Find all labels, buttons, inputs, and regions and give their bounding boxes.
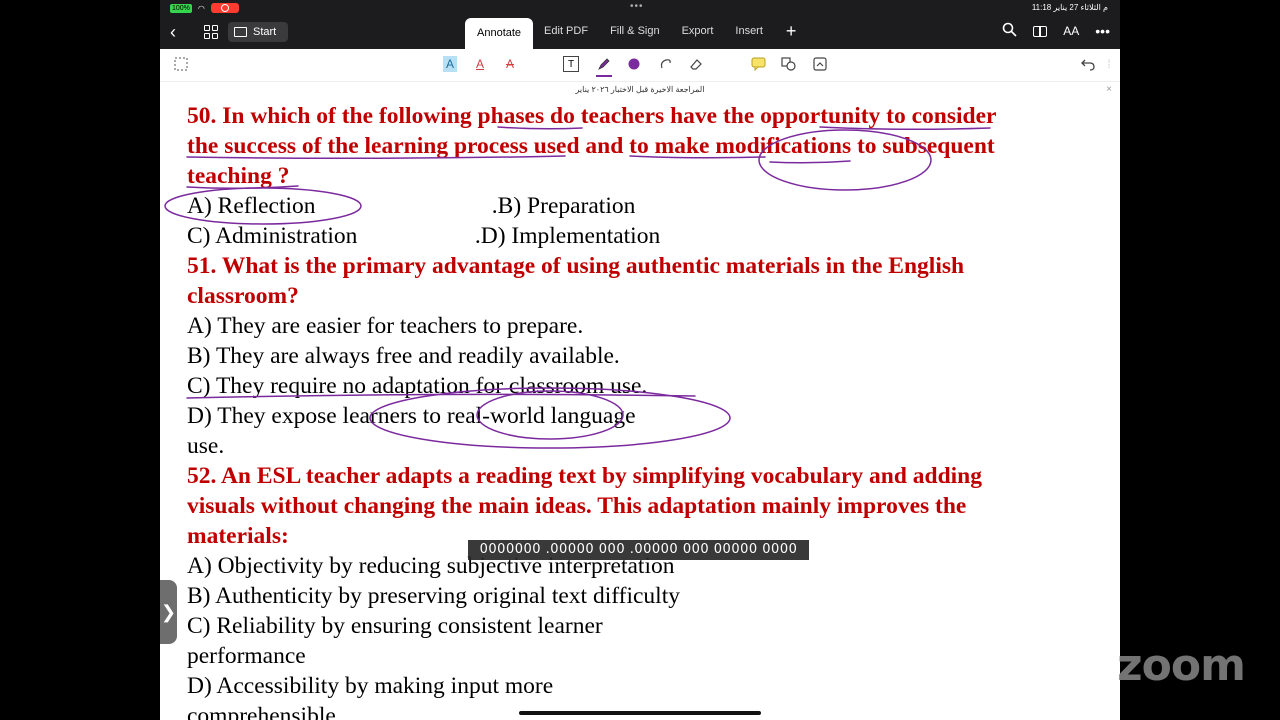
- option-line: A) Reflection .B) Preparation: [187, 193, 636, 219]
- pen-icon[interactable]: [596, 56, 612, 72]
- underline-text-icon[interactable]: A: [473, 56, 487, 72]
- grid-icon[interactable]: [204, 25, 218, 39]
- close-document-icon[interactable]: ×: [1106, 84, 1112, 95]
- document-title: المراجعة الاخيرة قبل الاختبار ٢٠٢٦ يناير: [575, 85, 705, 94]
- stamp-icon[interactable]: [812, 56, 828, 72]
- start-label: Start: [253, 26, 277, 38]
- add-tab-icon[interactable]: +: [774, 18, 809, 49]
- shapes-icon[interactable]: [780, 56, 796, 72]
- more-icon[interactable]: •••: [1095, 23, 1110, 39]
- option-line: B) They are always free and readily avai…: [187, 343, 620, 369]
- side-tab-chevron-icon[interactable]: ❯: [160, 580, 177, 644]
- eraser-icon[interactable]: [688, 56, 704, 72]
- app-toolbar: ‹ Start Annotate Edit PDF Fill & Sign Ex…: [160, 16, 1120, 49]
- toolbar-grip-icon[interactable]: ⁞: [1106, 56, 1112, 72]
- question-line: classroom?: [187, 283, 299, 309]
- tab-export[interactable]: Export: [671, 18, 725, 49]
- strikethrough-text-icon[interactable]: A: [503, 56, 517, 72]
- option-line: C) They require no adaptation for classr…: [187, 373, 648, 399]
- color-picker-icon[interactable]: [627, 56, 641, 72]
- ink-underline: [769, 160, 851, 164]
- question-line: 50. In which of the following phases do …: [187, 103, 997, 129]
- toolbar-right: AA •••: [1002, 22, 1110, 40]
- option-line: C) Reliability by ensuring consistent le…: [187, 613, 603, 639]
- option-line: C) Administration .D) Implementation: [187, 223, 661, 249]
- question-line: visuals without changing the main ideas.…: [187, 493, 967, 519]
- multitasking-dots[interactable]: •••: [630, 1, 644, 12]
- text-box-icon[interactable]: T: [563, 56, 579, 72]
- recording-indicator: [210, 3, 239, 13]
- option-line: performance: [187, 643, 306, 669]
- wifi-icon: ◠: [197, 3, 205, 13]
- option-line: use.: [187, 433, 225, 459]
- option-line: D) Accessibility by making input more: [187, 673, 554, 699]
- start-button[interactable]: Start: [228, 22, 288, 42]
- document-title-bar: المراجعة الاخيرة قبل الاختبار ٢٠٢٦ يناير…: [160, 82, 1120, 99]
- option-line: D) They expose learners to real-world la…: [187, 403, 636, 429]
- question-line: 52. An ESL teacher adapts a reading text…: [187, 463, 983, 489]
- screen-share-icon: [234, 27, 247, 37]
- tab-edit-pdf[interactable]: Edit PDF: [533, 18, 599, 49]
- question-line: teaching ?: [187, 163, 290, 189]
- active-tool-indicator: [596, 75, 612, 77]
- battery-indicator: 100%: [170, 3, 192, 13]
- tab-annotate[interactable]: Annotate: [465, 18, 534, 49]
- lasso-icon[interactable]: [658, 56, 674, 72]
- search-icon[interactable]: [1002, 22, 1017, 40]
- select-icon[interactable]: [174, 56, 188, 72]
- ipad-screen: 100% ◠ ••• 11:18 م الثلاثاء 27 يناير ‹ S…: [160, 0, 1120, 720]
- zoom-watermark: zoom: [1117, 640, 1246, 691]
- home-indicator: [519, 711, 761, 715]
- comment-icon[interactable]: [750, 56, 766, 72]
- annotation-toolbar: A A A T ⁞: [160, 49, 1120, 82]
- status-bar: 100% ◠ ••• 11:18 م الثلاثاء 27 يناير: [160, 0, 1120, 16]
- question-line: 51. What is the primary advantage of usi…: [187, 253, 965, 279]
- tab-fill-sign[interactable]: Fill & Sign: [599, 18, 671, 49]
- question-line: the success of the learning process used…: [187, 133, 995, 159]
- option-line: B) Authenticity by preserving original t…: [187, 583, 680, 609]
- back-chevron-icon[interactable]: ‹: [170, 22, 176, 43]
- live-caption: 0000000 .00000 000 .00000 000 00000 0000: [468, 540, 809, 560]
- status-time: 11:18 م الثلاثاء 27 يناير: [1031, 3, 1108, 12]
- text-size-icon[interactable]: AA: [1063, 24, 1079, 38]
- highlight-text-icon[interactable]: A: [443, 56, 457, 72]
- book-icon[interactable]: [1033, 25, 1048, 37]
- option-line: comprehensible: [187, 703, 336, 720]
- option-line: A) They are easier for teachers to prepa…: [187, 313, 584, 339]
- question-line: materials:: [187, 523, 289, 549]
- pdf-page[interactable]: 50. In which of the following phases do …: [160, 100, 1120, 720]
- undo-icon[interactable]: [1080, 56, 1096, 72]
- mode-tabs: Annotate Edit PDF Fill & Sign Export Ins…: [465, 18, 808, 49]
- tab-insert[interactable]: Insert: [724, 18, 774, 49]
